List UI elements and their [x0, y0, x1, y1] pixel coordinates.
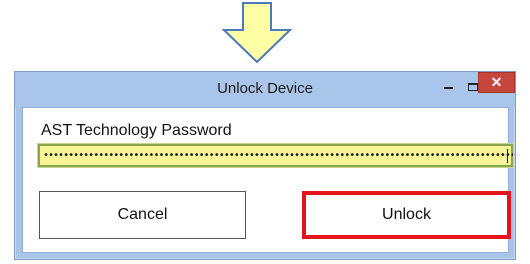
close-button[interactable]: ✕ — [478, 72, 515, 93]
minimize-icon — [443, 87, 453, 89]
down-arrow-icon — [222, 2, 292, 64]
title-bar[interactable]: Unlock Device ✕ — [15, 72, 515, 107]
close-icon: ✕ — [490, 74, 503, 90]
screenshot-stage: Unlock Device ✕ AST Technology Password … — [0, 0, 530, 264]
cancel-button-label: Cancel — [117, 206, 168, 223]
cancel-button[interactable]: Cancel — [39, 191, 246, 239]
password-label: AST Technology Password — [41, 122, 232, 139]
password-mask: ••••••••••••••••••••••••••••••••••••••••… — [43, 150, 516, 161]
unlock-button-label: Unlock — [382, 206, 431, 223]
text-caret — [507, 149, 508, 163]
minimize-button[interactable] — [437, 78, 459, 96]
password-input[interactable]: ••••••••••••••••••••••••••••••••••••••••… — [37, 143, 516, 168]
maximize-icon — [468, 83, 478, 91]
unlock-device-dialog: Unlock Device ✕ AST Technology Password … — [14, 71, 516, 260]
resize-grip-icon[interactable]: ⋰ — [505, 249, 513, 257]
unlock-button[interactable]: Unlock — [302, 191, 511, 239]
